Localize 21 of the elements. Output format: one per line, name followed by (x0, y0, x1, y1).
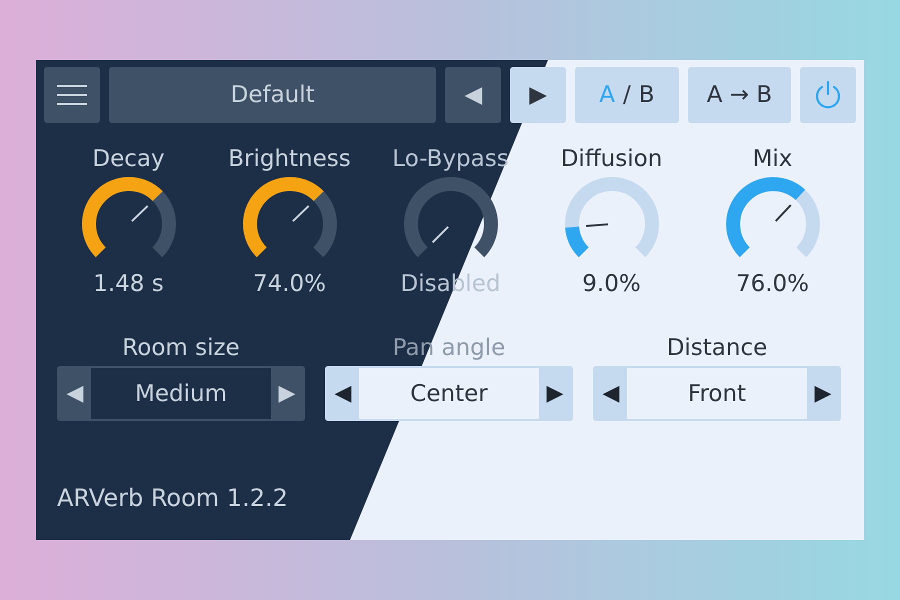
copy-a-to-b-button[interactable]: A → B (688, 67, 792, 123)
knob-label: Lo-Bypass (392, 145, 509, 173)
knob-label: Mix (752, 145, 792, 173)
knob-value: 76.0% (736, 270, 810, 298)
menu-icon (56, 83, 87, 107)
ab-toggle-button[interactable]: A / B (575, 67, 679, 123)
menu-button[interactable] (44, 67, 100, 123)
selector-label: Room size (122, 334, 240, 362)
knob-label: Decay (92, 145, 165, 173)
selector-label: Distance (666, 334, 768, 362)
ab-option[interactable]: B (638, 82, 654, 108)
knob-value: 9.0% (582, 270, 641, 298)
knob-label: Brightness (228, 145, 351, 173)
previous-preset-button[interactable]: ◀ (445, 67, 502, 123)
separator-text: / (622, 82, 631, 108)
next-preset-button[interactable]: ▶ (510, 67, 566, 123)
version-label: ARVerb Room 1.2.2 (57, 484, 288, 512)
knob-label: Diffusion (560, 145, 662, 173)
knob-value: 74.0% (252, 270, 326, 298)
preset-button[interactable]: Default (108, 67, 436, 123)
knob-value: 1.48 s (93, 270, 164, 298)
